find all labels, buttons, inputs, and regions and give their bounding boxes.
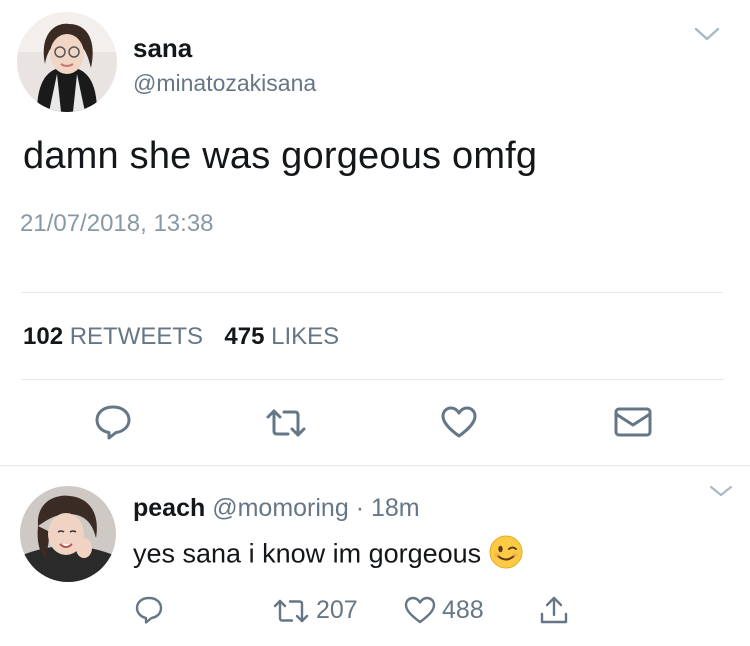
reply-action[interactable]	[94, 403, 132, 441]
reply-author-handle[interactable]: @momoring	[212, 494, 349, 522]
retweets-label[interactable]: RETWEETS	[70, 323, 203, 350]
retweet-icon	[273, 599, 309, 622]
likes-label[interactable]: LIKES	[271, 323, 339, 350]
divider	[22, 292, 722, 293]
reply-retweet-action[interactable]: 207	[272, 596, 358, 625]
reply-author-avatar[interactable]	[20, 486, 116, 582]
divider	[0, 465, 750, 466]
reply-icon	[95, 405, 131, 440]
dm-action[interactable]	[613, 406, 653, 438]
envelope-icon	[614, 407, 652, 437]
reply-like-action[interactable]: 488	[403, 595, 484, 625]
reply-reply-action[interactable]	[134, 595, 164, 625]
retweets-count[interactable]: 102	[23, 323, 63, 350]
author-handle[interactable]: @minatozakisana	[133, 70, 316, 97]
tweet-text: damn she was gorgeous omfg	[23, 135, 538, 177]
reply-author-name[interactable]: peach	[133, 494, 205, 522]
author-name[interactable]: sana	[133, 33, 192, 64]
like-icon	[404, 596, 436, 624]
chevron-down-icon[interactable]	[708, 484, 734, 503]
like-icon	[441, 406, 477, 438]
reply-retweets-count: 207	[316, 596, 358, 624]
retweet-icon	[266, 409, 306, 437]
tweet-stats: 102 RETWEETS 475 LIKES	[23, 323, 339, 351]
reply-time[interactable]: 18m	[371, 494, 420, 522]
chevron-down-icon[interactable]	[693, 25, 721, 48]
reply-header: peach @momoring · 18m	[133, 494, 420, 523]
separator-dot: ·	[355, 494, 365, 522]
winking-face-emoji	[489, 535, 523, 576]
share-icon	[540, 596, 568, 624]
likes-count[interactable]: 475	[224, 323, 264, 350]
reply-share-action[interactable]	[538, 594, 570, 626]
reply-text: yes sana i know im gorgeous	[133, 538, 482, 569]
reply-icon	[135, 596, 163, 624]
retweet-action[interactable]	[264, 407, 308, 439]
tweet-timestamp[interactable]: 21/07/2018, 13:38	[20, 210, 214, 238]
divider	[22, 379, 724, 380]
reply-text-line: yes sana i know im gorgeous	[133, 535, 523, 576]
like-action[interactable]	[440, 405, 478, 439]
author-avatar[interactable]	[17, 12, 117, 112]
reply-likes-count: 488	[442, 595, 484, 624]
